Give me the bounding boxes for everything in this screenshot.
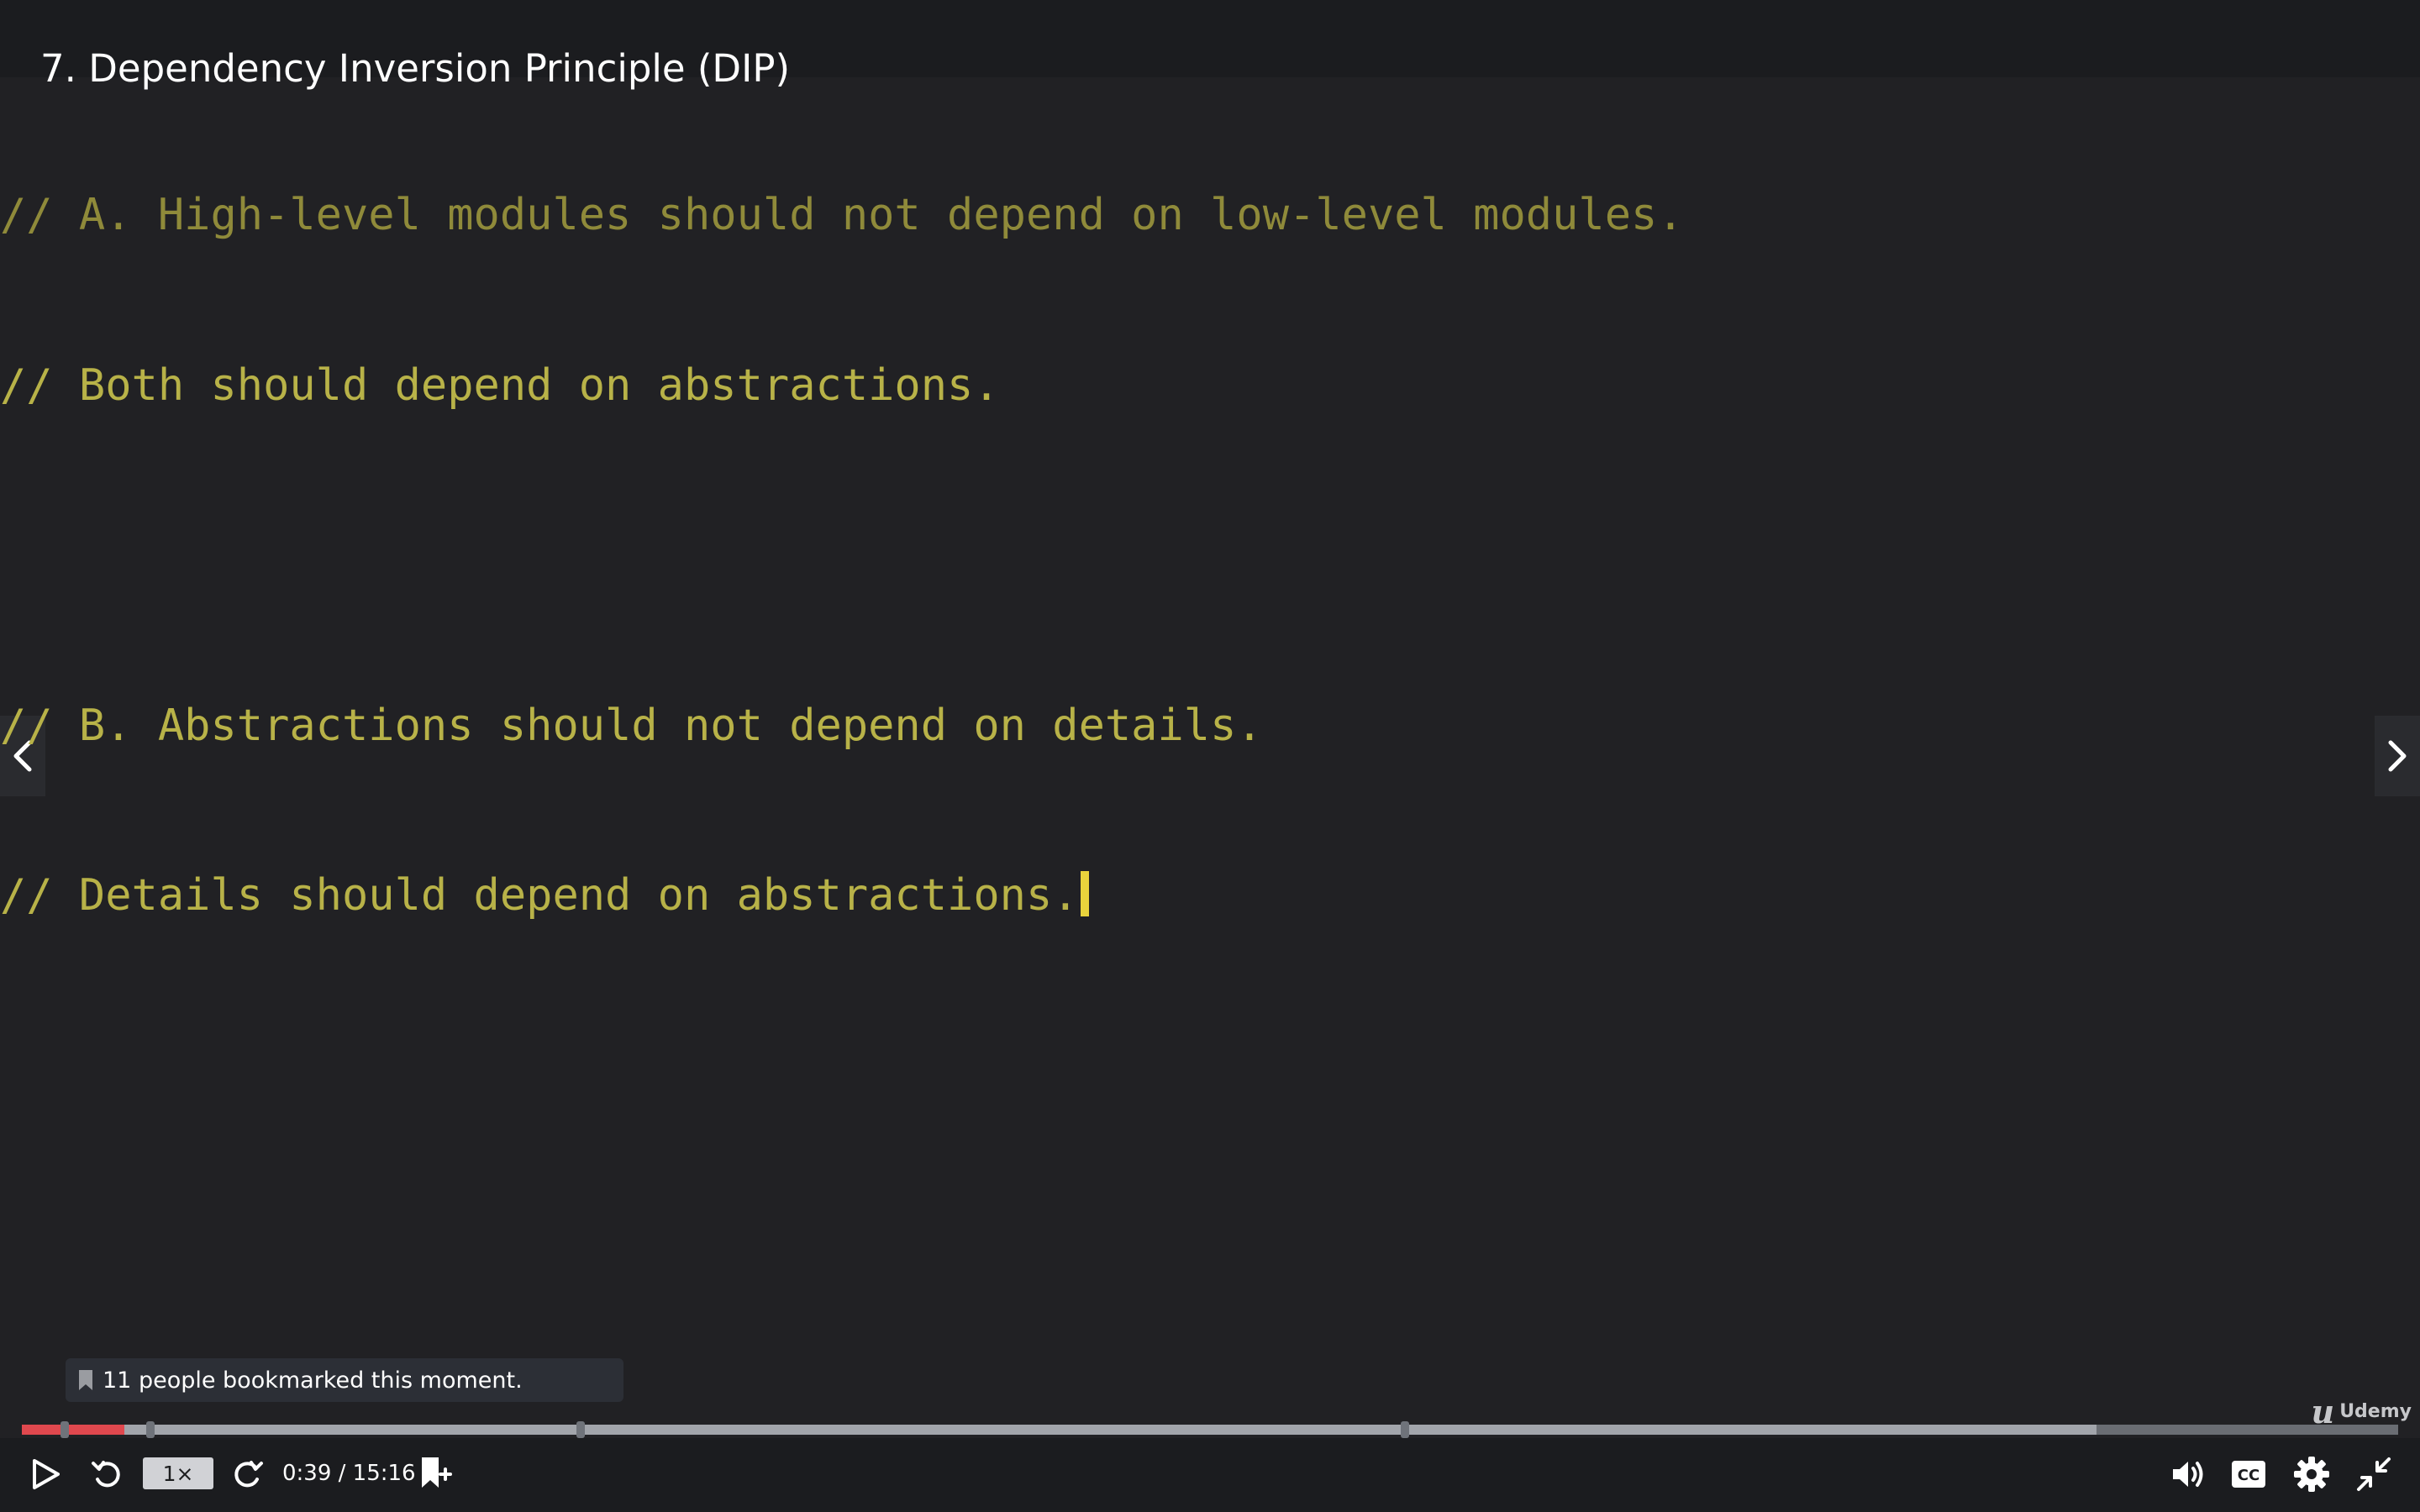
exit-fullscreen-button[interactable] [2354,1455,2393,1494]
code-line-text: // Details should depend on abstractions… [0,870,1079,921]
captions-button[interactable]: CC [2230,1457,2267,1492]
playback-speed-button[interactable]: 1× [143,1457,213,1489]
rewind-button[interactable] [89,1457,124,1492]
bookmark-marker[interactable] [576,1421,585,1438]
code-line: // B. Abstractions should not depend on … [0,700,1263,751]
bookmark-tooltip-text: 11 people bookmarked this moment. [103,1367,523,1394]
code-editor: // A. High-level modules should not depe… [0,74,1684,1038]
chevron-right-icon [2388,740,2407,772]
progress-bar[interactable] [22,1421,2398,1438]
video-player[interactable]: 7. Dependency Inversion Principle (DIP) … [0,0,2420,1512]
bookmark-marker[interactable] [60,1421,69,1438]
next-lecture-button[interactable] [2375,716,2420,796]
bookmark-marker[interactable] [1400,1421,1409,1438]
settings-button[interactable] [2292,1455,2331,1494]
exit-fullscreen-icon [2357,1457,2391,1491]
code-line: // Both should depend on abstractions. [0,360,1000,411]
time-display: 0:39 / 15:16 [282,1461,416,1486]
progress-buffered [22,1425,2096,1435]
forward-button[interactable] [230,1457,266,1492]
play-icon [33,1459,60,1489]
gear-icon [2294,1457,2329,1492]
forward-icon [234,1461,263,1488]
play-button[interactable] [29,1457,64,1492]
bookmark-marker[interactable] [145,1421,155,1438]
text-cursor [1080,871,1089,916]
code-line-last: // Details should depend on abstractions… [0,868,1684,925]
captions-icon: CC [2232,1461,2265,1488]
bookmark-tooltip: 11 people bookmarked this moment. [66,1358,623,1402]
add-bookmark-button[interactable] [417,1455,454,1492]
rewind-icon [92,1461,120,1488]
progress-played [22,1425,124,1435]
udemy-wordmark: Udemy [2339,1401,2412,1422]
bookmark-icon [77,1369,94,1391]
code-line: // A. High-level modules should not depe… [0,190,1684,240]
add-bookmark-icon [422,1457,452,1488]
svg-text:CC: CC [2238,1467,2260,1484]
volume-icon [2173,1462,2203,1487]
volume-button[interactable] [2170,1457,2207,1492]
video-title: 7. Dependency Inversion Principle (DIP) [40,46,791,91]
